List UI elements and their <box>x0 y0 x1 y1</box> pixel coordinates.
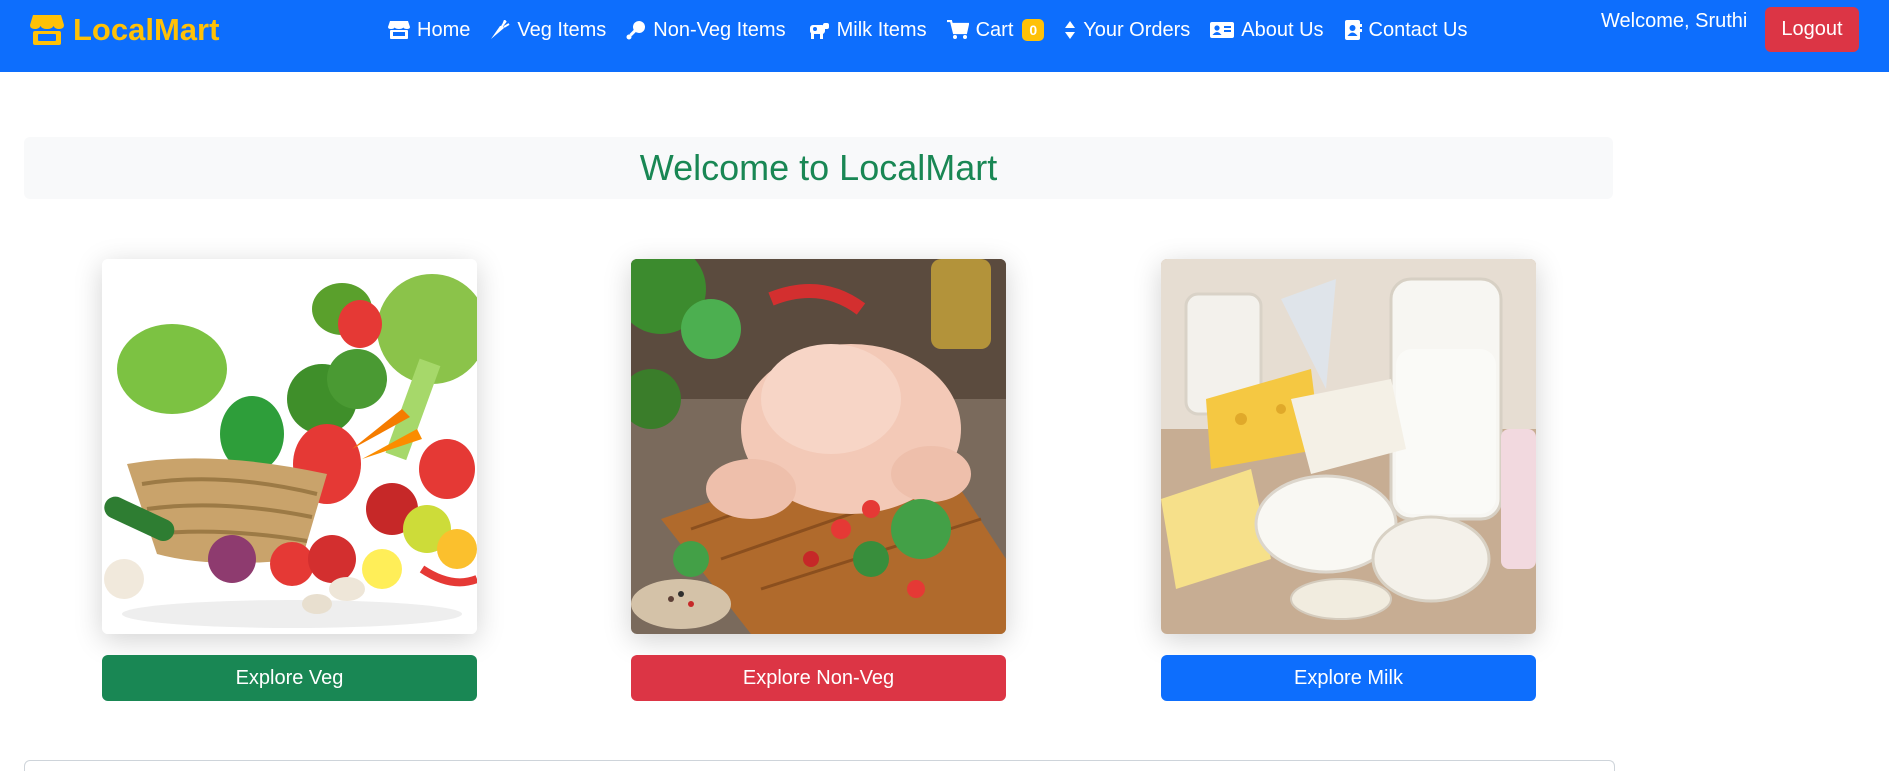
address-book-icon <box>1344 20 1362 40</box>
nav-non-veg-label: Non-Veg Items <box>653 18 786 41</box>
welcome-banner: Welcome to LocalMart <box>24 137 1613 199</box>
store-icon <box>388 20 410 40</box>
brand-name: LocalMart <box>73 12 220 47</box>
dairy-products-image[interactable] <box>1161 259 1536 634</box>
non-veg-category-card: Explore Non-Veg <box>631 259 1006 701</box>
nav-links: Home Veg Items Non-Veg Items Milk Items … <box>388 14 1467 46</box>
vegetables-basket-image[interactable] <box>102 259 477 634</box>
welcome-user-text: Welcome, Sruthi <box>1601 10 1748 32</box>
nav-about-us[interactable]: About Us <box>1210 18 1324 42</box>
carrot-icon <box>490 20 510 40</box>
nav-cart-label: Cart <box>975 18 1014 41</box>
explore-milk-button[interactable]: Explore Milk <box>1161 655 1536 701</box>
milk-category-card: Explore Milk <box>1161 259 1536 701</box>
cart-icon <box>946 20 969 40</box>
explore-non-veg-button[interactable]: Explore Non-Veg <box>631 655 1006 701</box>
nav-veg-items[interactable]: Veg Items <box>490 19 606 42</box>
nav-orders-label: Your Orders <box>1083 18 1191 41</box>
id-card-icon <box>1210 20 1235 40</box>
raw-chicken-image[interactable] <box>631 259 1006 634</box>
veg-category-card: Explore Veg <box>102 259 477 701</box>
top-navbar: LocalMart Home Veg Items Non-Veg Items M… <box>0 0 1889 72</box>
nav-your-orders[interactable]: Your Orders <box>1064 19 1190 42</box>
brand-logo-link[interactable]: LocalMart <box>29 10 219 50</box>
cow-icon <box>806 20 830 40</box>
nav-cart[interactable]: Cart 0 <box>946 18 1045 42</box>
logout-button[interactable]: Logout <box>1765 7 1859 52</box>
nav-milk-items[interactable]: Milk Items <box>806 19 927 42</box>
store-icon <box>29 13 65 47</box>
explore-veg-button[interactable]: Explore Veg <box>102 655 477 701</box>
nav-veg-label: Veg Items <box>517 18 607 41</box>
nav-non-veg-items[interactable]: Non-Veg Items <box>626 18 786 42</box>
drumstick-icon <box>626 20 646 40</box>
nav-home-label: Home <box>417 18 471 41</box>
page-title: Welcome to LocalMart <box>639 147 998 188</box>
cart-count-badge: 0 <box>1022 19 1045 41</box>
sort-icon <box>1064 20 1076 40</box>
nav-home[interactable]: Home <box>388 19 470 42</box>
nav-milk-label: Milk Items <box>836 18 927 41</box>
nav-contact-label: Contact Us <box>1368 18 1468 41</box>
nav-contact-us[interactable]: Contact Us <box>1344 18 1468 42</box>
nav-about-label: About Us <box>1241 18 1324 41</box>
